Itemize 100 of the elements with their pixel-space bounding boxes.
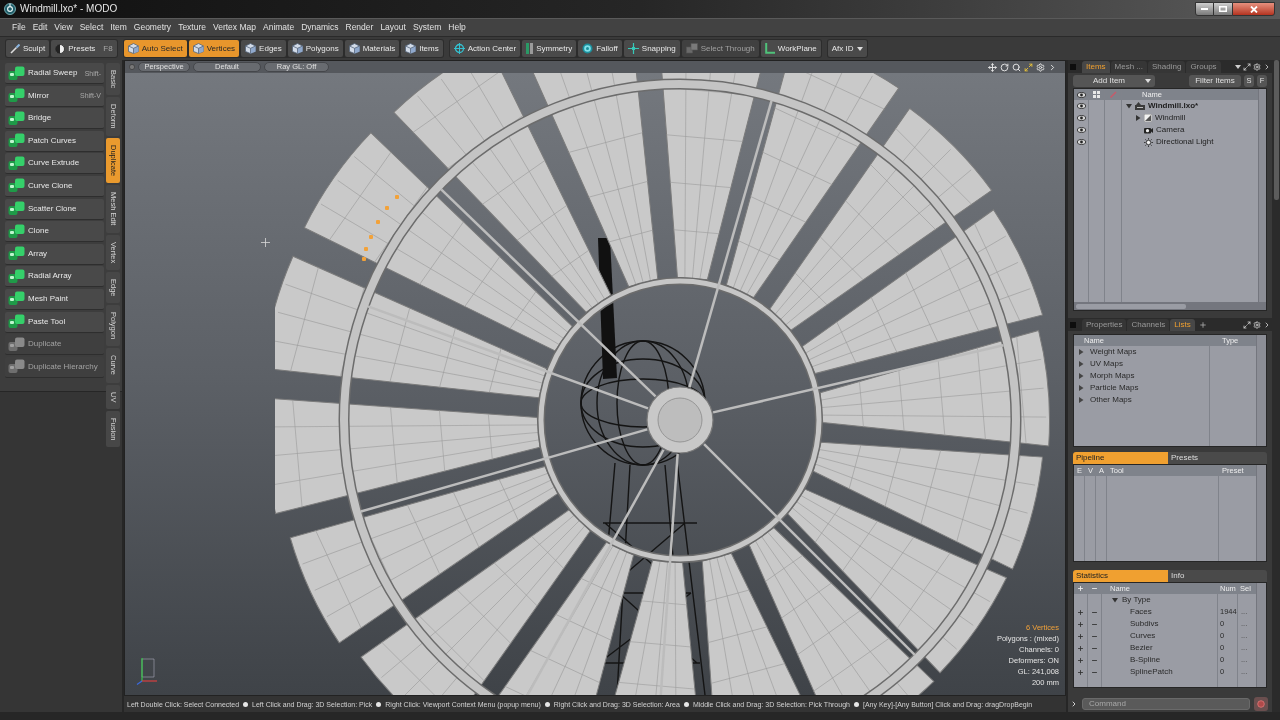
vertical-scrollbar[interactable]	[1258, 89, 1266, 302]
menu-item[interactable]: System	[412, 23, 442, 32]
menu-item[interactable]: Help	[448, 23, 466, 32]
grid-icon[interactable]	[1093, 91, 1100, 98]
list-item-label[interactable]: Weight Maps	[1090, 348, 1137, 356]
plus-icon[interactable]	[1077, 644, 1084, 652]
add-item-button[interactable]: Add Item	[1073, 74, 1155, 87]
disclosure-triangle-icon[interactable]	[1078, 361, 1084, 367]
eye-icon[interactable]	[1076, 91, 1086, 98]
eye-icon[interactable]	[1076, 103, 1086, 109]
dropdown-button[interactable]: Afx ID	[827, 40, 867, 57]
tab[interactable]: Channels	[1127, 319, 1170, 331]
eye-icon[interactable]	[1076, 115, 1086, 121]
plus-icon[interactable]	[1077, 632, 1084, 640]
menu-item[interactable]: Dynamics	[301, 23, 339, 32]
eye-icon[interactable]	[1076, 139, 1086, 145]
tab[interactable]: Properties	[1082, 319, 1127, 331]
menu-item[interactable]: Animate	[263, 23, 295, 32]
disclosure-triangle-icon[interactable]	[1078, 349, 1084, 355]
toolbar-button[interactable]: Sculpt	[6, 40, 50, 57]
tool-button[interactable]: Clone	[5, 221, 104, 243]
settings-icon[interactable]	[1036, 62, 1045, 72]
close-button[interactable]	[1232, 2, 1275, 16]
plus-icon[interactable]	[1077, 608, 1084, 616]
eye-icon[interactable]	[1076, 127, 1086, 133]
expand-arrows-icon[interactable]	[1243, 321, 1251, 329]
plus-icon[interactable]	[1077, 668, 1084, 676]
caret-down-icon[interactable]	[1235, 65, 1241, 69]
toolbar-button[interactable]: Action Center	[449, 40, 521, 57]
list-item-label[interactable]: Particle Maps	[1090, 384, 1139, 392]
plus-icon[interactable]	[1077, 656, 1084, 664]
tree-item-label[interactable]: Windmill.lxo*	[1148, 102, 1199, 110]
minimize-button[interactable]	[1195, 2, 1214, 16]
disclosure-triangle-icon[interactable]	[1126, 103, 1132, 109]
menu-item[interactable]: Item	[110, 23, 127, 32]
toolbar-button[interactable]: Falloff	[578, 40, 622, 57]
toolbar-button[interactable]: Presets F8	[51, 40, 117, 57]
toolbar-button[interactable]: WorkPlane	[760, 40, 821, 57]
zoom-icon[interactable]	[1012, 62, 1021, 72]
tab[interactable]: Pipeline	[1073, 452, 1168, 464]
menu-item[interactable]: Layout	[380, 23, 406, 32]
tool-button[interactable]: Patch Curves	[5, 130, 104, 152]
expand-arrows-icon[interactable]	[1243, 63, 1251, 71]
toolbar-button[interactable]: Auto Select	[123, 40, 187, 57]
menu-item[interactable]: Geometry	[133, 23, 172, 32]
minus-icon[interactable]	[1091, 585, 1098, 592]
menu-item[interactable]: File	[12, 23, 26, 32]
menu-item[interactable]: Select	[79, 23, 104, 32]
record-button[interactable]	[1254, 697, 1268, 711]
plus-icon[interactable]	[1077, 585, 1084, 592]
menu-item[interactable]: Texture	[178, 23, 206, 32]
menu-item[interactable]: View	[54, 23, 73, 32]
tool-button[interactable]: Array	[5, 243, 104, 265]
horizontal-scrollbar[interactable]	[1074, 302, 1266, 310]
vertical-scrollbar[interactable]	[1256, 583, 1266, 687]
toolbar-button[interactable]: Symmetry	[522, 40, 577, 57]
plus-icon[interactable]	[1198, 321, 1207, 329]
list-item-label[interactable]: UV Maps	[1090, 360, 1123, 368]
tree-item-label[interactable]: By Type	[1122, 596, 1151, 604]
menu-item[interactable]: Edit	[32, 23, 48, 32]
chevron-right-icon[interactable]	[1263, 63, 1271, 71]
tab[interactable]: Presets	[1168, 452, 1267, 464]
scrollbar-thumb[interactable]	[1076, 303, 1186, 309]
rotate-icon[interactable]	[1000, 62, 1009, 72]
toolbar-button[interactable]: Edges	[241, 40, 286, 57]
move-icon[interactable]	[988, 62, 997, 72]
tool-button[interactable]: Scatter Clone	[5, 198, 104, 220]
vertical-scrollbar[interactable]	[1256, 335, 1266, 446]
maximize-button[interactable]	[1214, 2, 1232, 16]
chevron-right-icon[interactable]	[1263, 321, 1271, 329]
tree-item-label[interactable]: Camera	[1156, 126, 1185, 134]
tool-button[interactable]: Curve Clone	[5, 175, 104, 197]
scrollbar-thumb[interactable]	[1273, 60, 1279, 200]
filter-items-button[interactable]: Filter Items	[1189, 74, 1241, 87]
tool-button[interactable]: Mesh Paint	[5, 288, 104, 310]
list-item-label[interactable]: Other Maps	[1090, 396, 1132, 404]
menu-item[interactable]: Render	[345, 23, 374, 32]
tab[interactable]: Lists	[1170, 319, 1195, 331]
tab[interactable]: Items	[1082, 61, 1110, 73]
toolbar-button[interactable]: Vertices	[188, 40, 240, 57]
tool-button[interactable]: Paste Tool	[5, 311, 104, 333]
tool-button[interactable]: Curve Extrude	[5, 153, 104, 175]
disclosure-triangle-icon[interactable]	[1078, 385, 1084, 391]
tree-item-label[interactable]: Directional Light	[1156, 138, 1214, 146]
settings-icon[interactable]	[1253, 63, 1261, 71]
toolbar-button[interactable]: Snapping	[623, 40, 680, 57]
disclosure-triangle-icon[interactable]	[1112, 597, 1118, 603]
command-field[interactable]: Command	[1082, 698, 1250, 710]
tab[interactable]: Info	[1168, 570, 1267, 582]
toolbar-button[interactable]: Items	[401, 40, 443, 57]
expand-arrows-icon[interactable]	[1024, 62, 1033, 72]
chevron-right-icon[interactable]	[1048, 62, 1057, 72]
menu-item[interactable]: Vertex Map	[213, 23, 256, 32]
disclosure-triangle-icon[interactable]	[1078, 397, 1084, 403]
tab[interactable]: Shading	[1148, 61, 1186, 73]
plus-icon[interactable]	[1077, 620, 1084, 628]
disclosure-triangle-icon[interactable]	[1135, 115, 1141, 121]
tool-button[interactable]: Bridge	[5, 108, 104, 130]
viewport-menu-icon[interactable]	[129, 64, 135, 70]
tab[interactable]: Groups	[1186, 61, 1221, 73]
